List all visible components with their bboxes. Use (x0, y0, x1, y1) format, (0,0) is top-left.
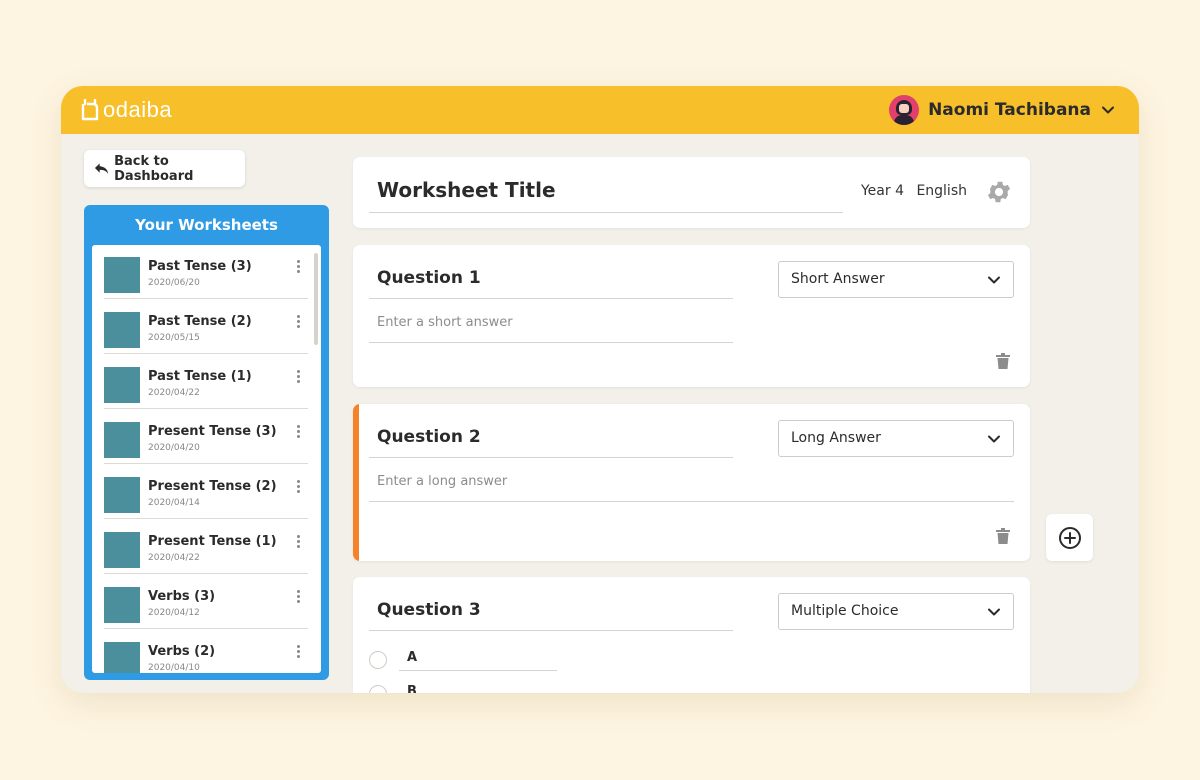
worksheet-name: Present Tense (2) (148, 479, 277, 494)
trash-icon[interactable] (996, 353, 1010, 369)
question-type-select[interactable]: Short Answer (778, 261, 1014, 298)
worksheet-date: 2020/04/12 (148, 608, 200, 618)
gear-icon[interactable] (985, 178, 1013, 206)
worksheet-list[interactable]: Past Tense (3) 2020/06/20 Past Tense (2)… (92, 245, 321, 673)
worksheet-thumbnail (104, 642, 140, 673)
worksheet-item[interactable]: Past Tense (3) 2020/06/20 (104, 245, 308, 299)
worksheet-date: 2020/04/22 (148, 388, 200, 398)
worksheet-name: Present Tense (3) (148, 424, 277, 439)
worksheet-date: 2020/05/15 (148, 333, 200, 343)
worksheets-title: Your Worksheets (135, 216, 278, 234)
kebab-menu-icon[interactable] (293, 479, 303, 495)
question-type-value: Long Answer (791, 430, 881, 446)
year-label: Year 4 (860, 183, 904, 199)
worksheet-thumbnail (104, 312, 140, 348)
worksheet-meta: Year 4 English (861, 183, 967, 199)
back-to-dashboard-button[interactable]: Back to Dashboard (84, 150, 245, 187)
question-type-select[interactable]: Long Answer (778, 420, 1014, 457)
choice-label-input[interactable]: A (399, 647, 557, 671)
kebab-menu-icon[interactable] (293, 644, 303, 660)
worksheets-panel: Your Worksheets Past Tense (3) 2020/06/2… (84, 205, 329, 680)
avatar (889, 95, 920, 125)
question-type-select[interactable]: Multiple Choice (778, 593, 1014, 630)
chevron-down-icon (988, 608, 1000, 616)
user-name: Naomi Tachibana (928, 100, 1091, 120)
choice-radio[interactable] (369, 685, 387, 693)
worksheet-item[interactable]: Past Tense (2) 2020/05/15 (104, 300, 308, 354)
worksheet-date: 2020/04/22 (148, 553, 200, 563)
worksheet-item[interactable]: Verbs (3) 2020/04/12 (104, 575, 308, 629)
reply-arrow-icon (94, 162, 109, 174)
kebab-menu-icon[interactable] (293, 314, 303, 330)
chevron-down-icon (988, 276, 1000, 284)
worksheet-item[interactable]: Verbs (2) 2020/04/10 (104, 630, 308, 673)
choice-radio[interactable] (369, 651, 387, 669)
logo-text: odaiba (103, 97, 173, 122)
top-bar: odaiba Naomi Tachibana (61, 86, 1139, 134)
user-menu[interactable]: Naomi Tachibana (889, 95, 1115, 125)
kebab-menu-icon[interactable] (293, 424, 303, 440)
plus-circle-icon (1058, 526, 1081, 549)
worksheet-item[interactable]: Present Tense (3) 2020/04/20 (104, 410, 308, 464)
chevron-down-icon (1102, 106, 1114, 114)
worksheet-thumbnail (104, 257, 140, 293)
kebab-menu-icon[interactable] (293, 589, 303, 605)
kebab-menu-icon[interactable] (293, 369, 303, 385)
worksheet-name: Present Tense (1) (148, 534, 277, 549)
question-type-value: Multiple Choice (791, 603, 899, 619)
question-type-value: Short Answer (791, 271, 885, 287)
worksheet-item[interactable]: Present Tense (1) 2020/04/22 (104, 520, 308, 574)
worksheet-date: 2020/04/10 (148, 663, 200, 673)
logo[interactable]: odaiba (81, 96, 172, 124)
odaiba-logo-icon (81, 99, 99, 121)
worksheet-name: Past Tense (1) (148, 369, 252, 384)
chevron-down-icon (988, 435, 1000, 443)
worksheet-name: Verbs (2) (148, 644, 216, 659)
worksheet-name: Past Tense (3) (148, 259, 252, 274)
worksheet-date: 2020/04/14 (148, 498, 200, 508)
app-window: odaiba Naomi Tachibana Back to Dashboard… (61, 86, 1139, 693)
question-card-3[interactable]: Question 3 Multiple Choice A B (353, 577, 1030, 693)
kebab-menu-icon[interactable] (293, 534, 303, 550)
worksheet-thumbnail (104, 367, 140, 403)
kebab-menu-icon[interactable] (293, 259, 303, 275)
question-title-input[interactable]: Question 3 (369, 594, 733, 631)
trash-icon[interactable] (996, 528, 1010, 544)
worksheet-item[interactable]: Past Tense (1) 2020/04/22 (104, 355, 308, 409)
worksheet-thumbnail (104, 477, 140, 513)
short-answer-input[interactable]: Enter a short answer (369, 307, 733, 343)
question-card-1[interactable]: Question 1 Enter a short answer Short An… (353, 245, 1030, 387)
question-title-input[interactable]: Question 2 (369, 421, 733, 458)
list-scrollbar[interactable] (314, 253, 318, 345)
add-question-button[interactable] (1046, 514, 1093, 561)
worksheet-thumbnail (104, 532, 140, 568)
question-card-2[interactable]: Question 2 Enter a long answer Long Answ… (353, 404, 1030, 561)
worksheet-title-input[interactable]: Worksheet Title (369, 173, 843, 213)
long-answer-input[interactable]: Enter a long answer (369, 466, 1014, 502)
back-button-label: Back to Dashboard (114, 153, 194, 184)
worksheet-header-card: Worksheet Title Year 4 English (353, 157, 1030, 228)
question-title-input[interactable]: Question 1 (369, 262, 733, 299)
worksheet-item[interactable]: Present Tense (2) 2020/04/14 (104, 465, 308, 519)
subject-label: English (916, 183, 967, 199)
worksheet-date: 2020/06/20 (148, 278, 200, 288)
choice-label-input[interactable]: B (399, 681, 557, 693)
worksheet-date: 2020/04/20 (148, 443, 200, 453)
worksheet-name: Past Tense (2) (148, 314, 252, 329)
worksheet-thumbnail (104, 422, 140, 458)
worksheet-thumbnail (104, 587, 140, 623)
worksheet-name: Verbs (3) (148, 589, 216, 604)
